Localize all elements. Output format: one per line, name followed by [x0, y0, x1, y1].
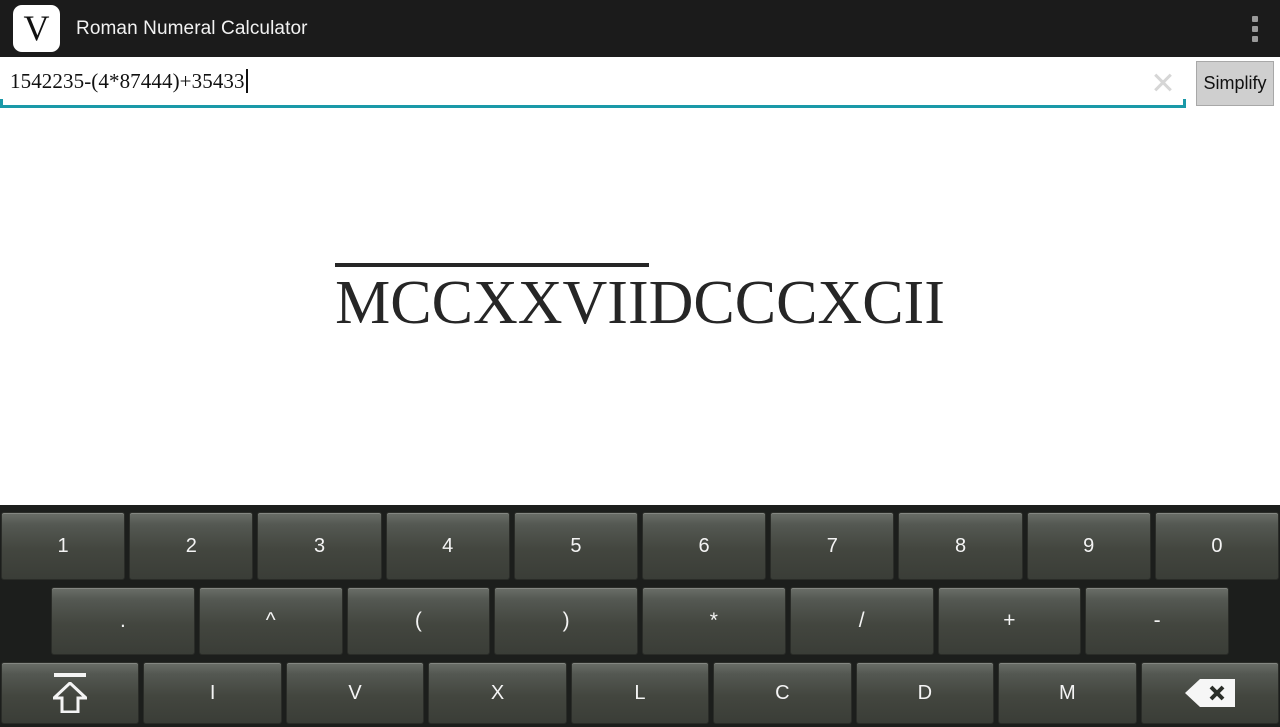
result-plain-part: DCCCXCII — [648, 269, 945, 337]
kebab-dot — [1252, 25, 1258, 32]
simplify-button[interactable]: Simplify — [1196, 61, 1274, 106]
key-roman-l[interactable]: L — [570, 662, 710, 724]
key-roman-d[interactable]: D — [855, 662, 995, 724]
key-roman-v[interactable]: V — [285, 662, 425, 724]
app-title: Roman Numeral Calculator — [76, 17, 308, 39]
close-icon[interactable] — [1150, 69, 1176, 95]
key-roman-i[interactable]: I — [143, 662, 282, 724]
kebab-dot — [1252, 35, 1258, 42]
app-window: V Roman Numeral Calculator 1542235-(4*87… — [0, 0, 1280, 727]
key-9[interactable]: 9 — [1026, 512, 1151, 580]
backspace-icon — [1184, 678, 1236, 708]
key-5[interactable]: 5 — [513, 512, 639, 580]
key-multiply[interactable]: * — [642, 587, 786, 655]
up-arrow-outline — [53, 682, 88, 713]
key-left-paren[interactable]: ( — [346, 587, 491, 655]
key-backspace[interactable] — [1140, 662, 1279, 724]
key-2[interactable]: 2 — [129, 512, 254, 580]
result-overlined-part: MCCXXVII — [335, 263, 649, 337]
key-4[interactable]: 4 — [385, 512, 510, 580]
shift-overline-icon — [47, 673, 93, 713]
key-decimal-point[interactable]: . — [51, 587, 195, 655]
key-roman-m[interactable]: M — [998, 662, 1137, 724]
title-bar: V Roman Numeral Calculator — [0, 0, 1280, 57]
key-exponent[interactable]: ^ — [198, 587, 343, 655]
key-3[interactable]: 3 — [257, 512, 382, 580]
on-screen-keyboard: 1 2 3 4 5 6 7 8 9 0 . ^ ( ) * / + - I V … — [0, 505, 1280, 727]
overflow-menu-icon[interactable] — [1244, 12, 1266, 46]
key-7[interactable]: 7 — [770, 512, 895, 580]
overline-bar — [54, 673, 87, 677]
key-1[interactable]: 1 — [1, 512, 126, 580]
expression-value: 1542235-(4*87444)+35433 — [10, 69, 245, 93]
keyboard-row-digits: 1 2 3 4 5 6 7 8 9 0 — [0, 512, 1280, 580]
expression-input-row: 1542235-(4*87444)+35433 — [0, 57, 1280, 110]
key-divide[interactable]: / — [789, 587, 934, 655]
kebab-dot — [1252, 15, 1258, 22]
key-8[interactable]: 8 — [898, 512, 1023, 580]
key-roman-x[interactable]: X — [428, 662, 567, 724]
key-roman-c[interactable]: C — [713, 662, 852, 724]
key-6[interactable]: 6 — [642, 512, 767, 580]
app-icon: V — [13, 5, 60, 52]
key-0[interactable]: 0 — [1154, 512, 1280, 580]
key-minus[interactable]: - — [1085, 587, 1229, 655]
result-area: MCCXXVIIDCCCXCII — [0, 113, 1280, 505]
key-plus[interactable]: + — [937, 587, 1082, 655]
key-shift-vinculum[interactable] — [1, 662, 140, 724]
key-right-paren[interactable]: ) — [494, 587, 638, 655]
expression-text: 1542235-(4*87444)+35433 — [10, 69, 248, 94]
app-icon-letter: V — [23, 7, 50, 48]
result-display: MCCXXVIIDCCCXCII — [0, 263, 1280, 338]
text-caret — [245, 69, 248, 93]
expression-input[interactable]: 1542235-(4*87444)+35433 — [0, 57, 1186, 108]
keyboard-row-roman: I V X L C D M — [0, 662, 1280, 724]
keyboard-row-operators: . ^ ( ) * / + - — [0, 587, 1280, 655]
